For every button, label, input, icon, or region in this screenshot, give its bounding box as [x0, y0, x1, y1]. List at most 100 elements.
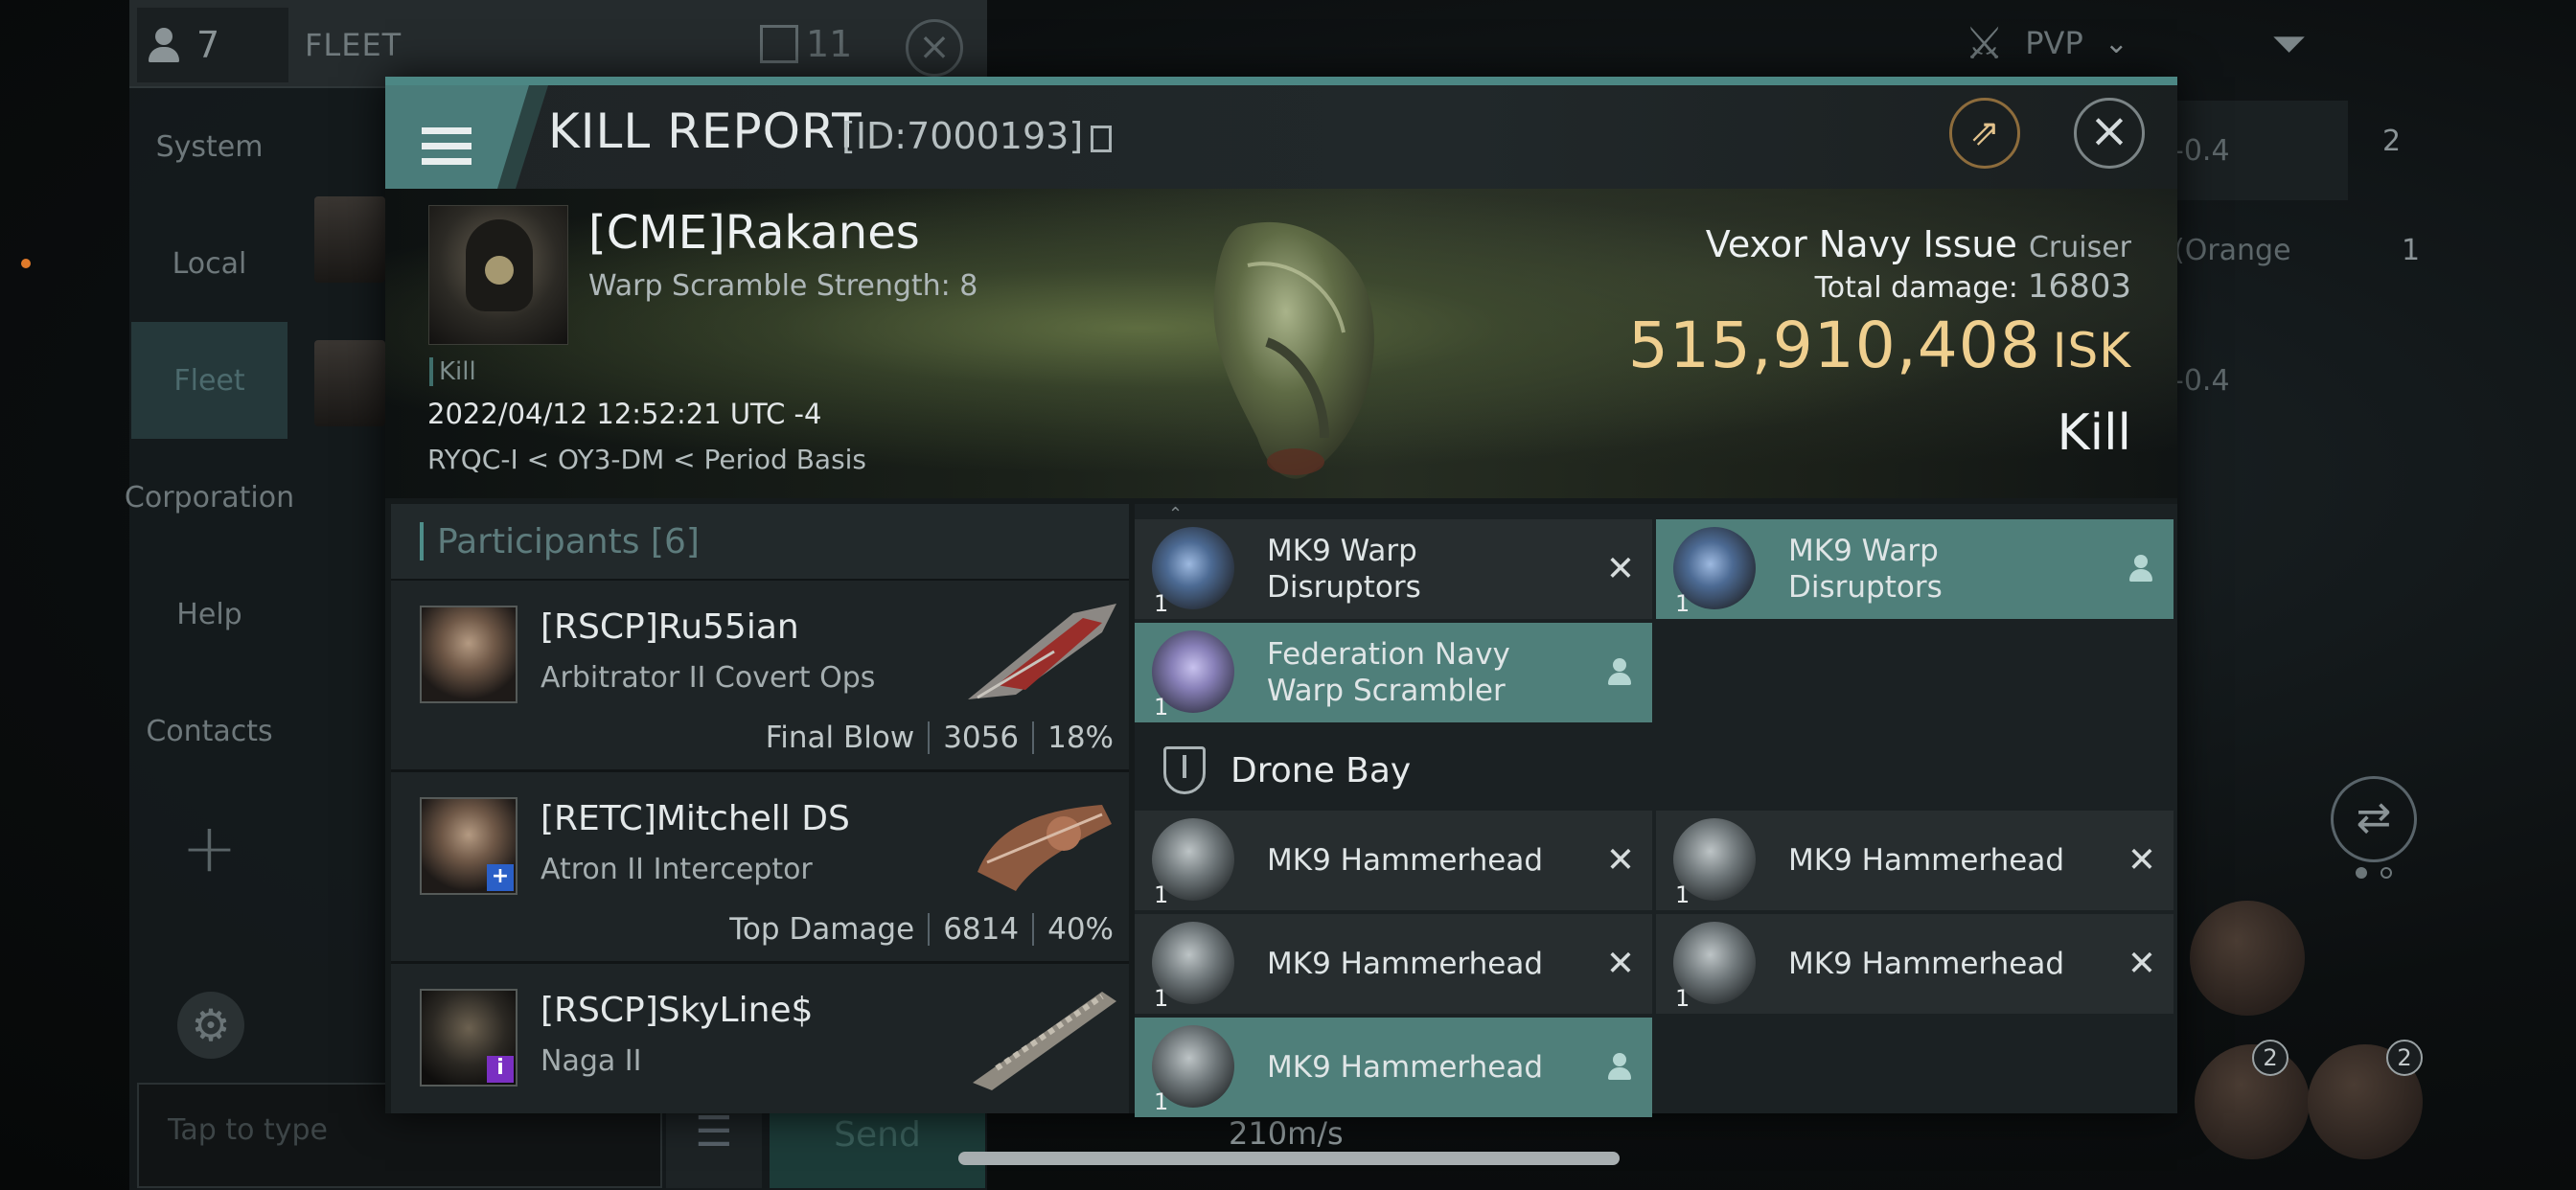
module-quantity: 1: [1675, 590, 1690, 617]
add-channel-icon[interactable]: +: [129, 790, 289, 906]
drone-name: MK9 Hammerhead: [1267, 947, 1544, 981]
ship-class: Cruiser: [2028, 231, 2131, 264]
kill-result: Kill: [2057, 404, 2131, 462]
avatar: [314, 340, 385, 426]
dropped-person-icon: [1606, 658, 1633, 687]
overview-row-text: (Orange: [2174, 234, 2291, 267]
module-slot[interactable]: [2190, 901, 2305, 1016]
nav-item-system[interactable]: System: [129, 88, 289, 205]
chevron-down-icon: ⌄: [2104, 26, 2128, 60]
nav-item-help[interactable]: Help: [129, 556, 289, 673]
fleet-title: FLEET: [305, 27, 402, 63]
slot-count-badge: 2: [2386, 1040, 2423, 1076]
participant-avatar[interactable]: i: [420, 989, 518, 1087]
overview-filter-dropdown[interactable]: ⚔ PVP ⌄: [1965, 17, 2128, 69]
module-item[interactable]: 1 MK9 Warp Disruptors ✕: [1135, 519, 1652, 619]
participant-ship-image: [978, 805, 1112, 891]
destroyed-x-icon: ✕: [1605, 944, 1635, 984]
module-item[interactable]: 1 MK9 Warp Disruptors: [1656, 519, 2174, 619]
person-icon: [147, 26, 183, 64]
drone-name: MK9 Hammerhead: [1788, 843, 2065, 878]
fleet-window-count[interactable]: 11: [760, 23, 852, 65]
drone-quantity: 1: [1675, 985, 1690, 1012]
participant-row[interactable]: [RSCP]Ru55ian Arbitrator II Covert Ops F…: [391, 581, 1129, 772]
window-icon: [760, 25, 798, 63]
slot-count-badge: 2: [2252, 1040, 2288, 1076]
participant-damage: 6814: [943, 912, 1020, 947]
participant-avatar[interactable]: +: [420, 797, 518, 895]
participant-row[interactable]: i [RSCP]SkyLine$ Naga II: [391, 964, 1129, 1113]
dropped-person-icon: [2128, 555, 2154, 584]
total-damage: Total damage: 16803: [1815, 267, 2131, 306]
kill-report-window: KILL REPORT [ID:7000193] ⇗ × [CME]Rakane…: [385, 77, 2177, 1117]
participant-stats: Final Blow 3056 18%: [766, 721, 1114, 755]
ship-speed: 210m/s: [1229, 1115, 1344, 1152]
chat-channel-nav: System Local Fleet Corporation Help Cont…: [125, 88, 294, 906]
destroyed-x-icon: ✕: [1605, 840, 1635, 881]
kill-datetime: 2022/04/12 12:52:21 UTC -4: [427, 398, 822, 430]
participants-panel: Participants [6] [RSCP]Ru55ian Arbitrato…: [391, 504, 1129, 1113]
notification-dot: [21, 259, 31, 268]
overview-row-text: -0.4: [2174, 134, 2230, 168]
filter-icon[interactable]: ⏷: [2271, 17, 2307, 71]
participant-row[interactable]: + [RETC]Mitchell DS Atron II Interceptor…: [391, 772, 1129, 964]
drone-item[interactable]: 1 MK9 Hammerhead ✕: [1656, 914, 2174, 1014]
drone-bay-header: Drone Bay: [1135, 734, 1652, 807]
victim-portrait[interactable]: [428, 205, 568, 345]
kill-id[interactable]: [ID:7000193]: [841, 115, 1113, 157]
victim-ship[interactable]: Vexor Navy Issue Cruiser: [1706, 223, 2131, 265]
drone-bay-icon: [1163, 746, 1206, 794]
member-count-button[interactable]: 7: [137, 8, 288, 82]
participant-avatar[interactable]: [420, 606, 518, 703]
destroyed-x-icon: ✕: [1605, 549, 1635, 589]
drone-quantity: 1: [1154, 1088, 1169, 1115]
divider: [928, 721, 931, 754]
participant-name: [RSCP]Ru55ian: [540, 607, 799, 647]
module-name: MK9 Warp Disruptors: [1788, 534, 1943, 605]
kill-tag: Kill: [429, 357, 476, 386]
victim-name[interactable]: [CME]Rakanes: [588, 206, 920, 260]
nav-item-corporation[interactable]: Corporation: [125, 439, 294, 556]
plus-badge-icon: +: [487, 864, 514, 891]
copy-icon[interactable]: [1091, 126, 1113, 152]
fleet-count: 11: [806, 23, 853, 65]
module-item[interactable]: 1 Federation Navy Warp Scrambler: [1135, 623, 1652, 722]
warp-scramble-strength: Warp Scramble Strength: 8: [588, 269, 978, 303]
drone-item[interactable]: 1 MK9 Hammerhead: [1135, 1018, 1652, 1117]
participant-name: [RSCP]SkyLine$: [540, 991, 814, 1030]
drone-item[interactable]: 1 MK9 Hammerhead ✕: [1656, 811, 2174, 910]
participant-damage: 3056: [943, 721, 1020, 755]
drone-name: MK9 Hammerhead: [1788, 947, 2065, 981]
participant-role: Final Blow: [765, 721, 915, 755]
participant-stats: Top Damage 6814 40%: [729, 912, 1114, 947]
destroyed-x-icon: ✕: [2127, 944, 2156, 984]
victim-summary: [CME]Rakanes Warp Scramble Strength: 8 K…: [385, 189, 2177, 498]
drone-item[interactable]: 1 MK9 Hammerhead ✕: [1135, 811, 1652, 910]
close-icon[interactable]: ×: [2074, 98, 2145, 169]
drone-quantity: 1: [1154, 985, 1169, 1012]
share-icon[interactable]: ⇗: [1949, 98, 2020, 169]
gear-icon[interactable]: ⚙: [177, 992, 244, 1059]
fleet-close-icon[interactable]: ×: [906, 19, 963, 77]
member-count: 7: [196, 24, 220, 66]
nav-item-fleet[interactable]: Fleet: [131, 322, 288, 439]
home-indicator[interactable]: [958, 1152, 1620, 1165]
overview-row-text: -0.4: [2174, 364, 2230, 398]
window-top-accent: [385, 77, 2177, 85]
overview-row-count: 1: [2402, 234, 2421, 267]
participants-header: Participants [6]: [391, 504, 1129, 581]
nav-item-contacts[interactable]: Contacts: [129, 673, 289, 790]
participant-ship-image: [968, 604, 1116, 699]
kill-id-text: [ID:7000193]: [841, 115, 1084, 157]
drone-name: MK9 Hammerhead: [1267, 843, 1544, 878]
nav-item-local[interactable]: Local: [129, 205, 289, 322]
swap-icon[interactable]: ⇄: [2331, 776, 2417, 862]
drone-item[interactable]: 1 MK9 Hammerhead ✕: [1135, 914, 1652, 1014]
isk-amount: 515,910,408: [1627, 309, 2041, 382]
participant-ship: Atron II Interceptor: [540, 853, 813, 886]
victim-ship-image[interactable]: [1181, 208, 1401, 486]
kill-location[interactable]: RYQC-I < OY3-DM < Period Basis: [427, 444, 866, 475]
module-name: MK9 Warp Disruptors: [1267, 534, 1421, 605]
drone-quantity: 1: [1154, 881, 1169, 908]
module-quantity: 1: [1154, 694, 1169, 721]
